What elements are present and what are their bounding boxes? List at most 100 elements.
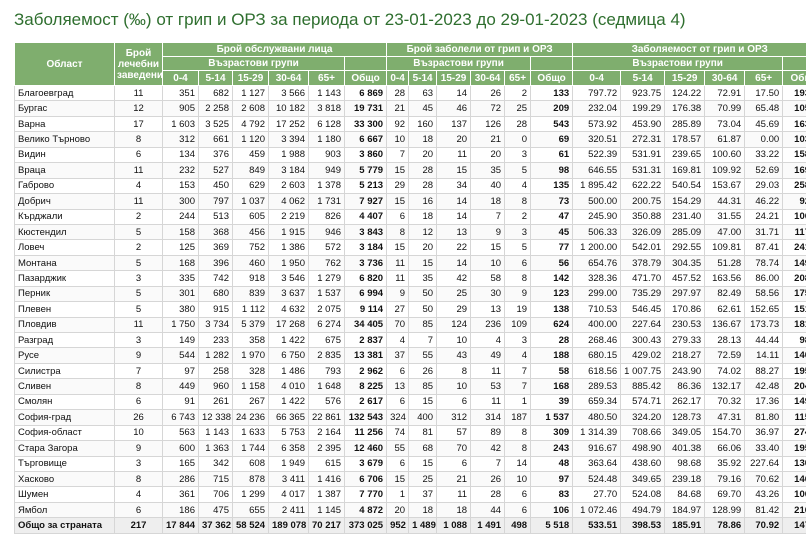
- value-cell: 199.29: [620, 100, 666, 117]
- region-cell: Пловдив: [14, 316, 115, 334]
- value-cell: 1 537: [308, 285, 345, 303]
- value-cell: 1: [504, 393, 532, 411]
- value-cell: 227.64: [744, 455, 784, 472]
- value-cell: 6: [114, 501, 163, 519]
- value-cell: 50: [408, 285, 438, 303]
- region-cell: Варна: [14, 115, 115, 133]
- value-cell: 115.96: [782, 409, 806, 426]
- table-row: Благоевград 11 351 682 1 127 3 566 1 143 6 869 2…: [14, 84, 806, 102]
- value-cell: 3 818: [308, 100, 345, 117]
- value-cell: 6 128: [308, 115, 345, 133]
- value-cell: 328.36: [572, 270, 622, 287]
- value-cell: 312: [162, 131, 199, 148]
- value-cell: 28: [408, 162, 438, 179]
- value-cell: 274.52: [782, 424, 806, 442]
- value-cell: 42.48: [744, 378, 784, 395]
- value-cell: 81.80: [744, 409, 784, 426]
- morbidity-table-container: Област Брой лечебни заведения Брой обслу…: [14, 42, 806, 537]
- region-cell: Русе: [14, 347, 115, 364]
- col-header-ill-0: 0-4: [386, 70, 410, 86]
- age-groups-header-rate: Възрастови групи: [572, 56, 784, 71]
- value-cell: 1 731: [308, 193, 345, 210]
- value-cell: 86.00: [744, 270, 784, 287]
- value-cell: 3 525: [198, 115, 233, 133]
- value-cell: 459: [232, 146, 269, 164]
- value-cell: 6: [386, 393, 410, 411]
- value-cell: 12: [408, 223, 438, 241]
- value-cell: 44.31: [704, 193, 746, 210]
- value-cell: 8 225: [343, 378, 388, 395]
- value-cell: 125: [162, 239, 199, 256]
- value-cell: 8: [504, 424, 532, 442]
- value-cell: 1 072.46: [572, 501, 622, 519]
- region-cell: Видин: [14, 146, 115, 164]
- value-cell: 163.06: [782, 115, 806, 133]
- value-cell: 456: [232, 223, 269, 241]
- value-cell: 7 927: [343, 193, 388, 210]
- value-cell: 312: [436, 409, 472, 426]
- value-cell: 6: [386, 208, 410, 225]
- col-header-ill-3: 30-64: [470, 70, 506, 86]
- value-cell: 165: [162, 455, 199, 472]
- value-cell: 137: [436, 115, 472, 133]
- value-cell: 55: [386, 440, 410, 457]
- value-cell: 4: [470, 331, 506, 349]
- value-cell: 232.04: [572, 100, 622, 117]
- value-cell: 6: [386, 362, 410, 380]
- value-cell: 74.02: [704, 362, 746, 380]
- value-cell: 20: [436, 131, 472, 148]
- value-cell: 8: [114, 378, 163, 395]
- value-cell: 15: [386, 239, 410, 256]
- value-cell: 15: [386, 470, 410, 488]
- value-cell: 146.14: [782, 470, 806, 488]
- value-cell: 17: [114, 115, 163, 133]
- value-cell: 154.70: [704, 424, 746, 442]
- value-cell: 132.17: [704, 378, 746, 395]
- value-cell: 6: [114, 393, 163, 411]
- value-cell: 11 256: [343, 424, 388, 442]
- value-cell: 1 422: [268, 393, 309, 411]
- value-cell: 117.10: [782, 223, 806, 241]
- value-cell: 401.38: [664, 440, 706, 457]
- value-cell: 87.41: [744, 239, 784, 256]
- value-cell: 34 405: [343, 316, 388, 334]
- value-cell: 134: [162, 146, 199, 164]
- value-cell: 10: [436, 331, 472, 349]
- value-cell: 92.09: [782, 193, 806, 210]
- region-cell: Хасково: [14, 470, 115, 488]
- value-cell: 13: [436, 223, 472, 241]
- value-cell: 37 362: [198, 517, 233, 534]
- table-row: Монтана 5 168 396 460 1 950 762 3 736 11 15 14 10 6 5…: [14, 254, 806, 272]
- table-row: Смолян 6 91 261 267 1 422 576 2 617 6 15 6 11 1 39 659…: [14, 393, 806, 411]
- value-cell: 72.91: [704, 84, 746, 102]
- table-row: Велико Търново 8 312 661 1 120 3 394 1 180 6 66…: [14, 131, 806, 148]
- value-cell: 128.73: [664, 409, 706, 426]
- value-cell: 175.87: [782, 285, 806, 303]
- value-cell: 14.11: [744, 347, 784, 364]
- table-row: Пазарджик 3 335 742 918 3 546 1 279 6 820 11 35 42…: [14, 270, 806, 287]
- value-cell: 3 637: [268, 285, 309, 303]
- value-cell: 42: [470, 440, 506, 457]
- value-cell: 297.97: [664, 285, 706, 303]
- value-cell: 5: [504, 162, 532, 179]
- value-cell: 400.00: [572, 316, 622, 334]
- value-cell: 241.83: [782, 239, 806, 256]
- value-cell: 9: [114, 347, 163, 364]
- value-cell: 11: [436, 486, 472, 503]
- value-cell: 531.91: [620, 146, 666, 164]
- region-cell: Разград: [14, 331, 115, 349]
- value-cell: 47.00: [704, 223, 746, 241]
- value-cell: 78.86: [704, 517, 746, 534]
- value-cell: 659.34: [572, 393, 622, 411]
- value-cell: 37: [386, 347, 410, 364]
- value-cell: 28.13: [704, 331, 746, 349]
- value-cell: 18: [408, 208, 438, 225]
- value-cell: 826: [308, 208, 345, 225]
- value-cell: 1 970: [232, 347, 269, 364]
- value-cell: 7: [504, 362, 532, 380]
- value-cell: 168: [162, 254, 199, 272]
- value-cell: 2 617: [343, 393, 388, 411]
- value-cell: 91: [162, 393, 199, 411]
- value-cell: 797.72: [572, 84, 622, 102]
- value-cell: 9: [470, 223, 506, 241]
